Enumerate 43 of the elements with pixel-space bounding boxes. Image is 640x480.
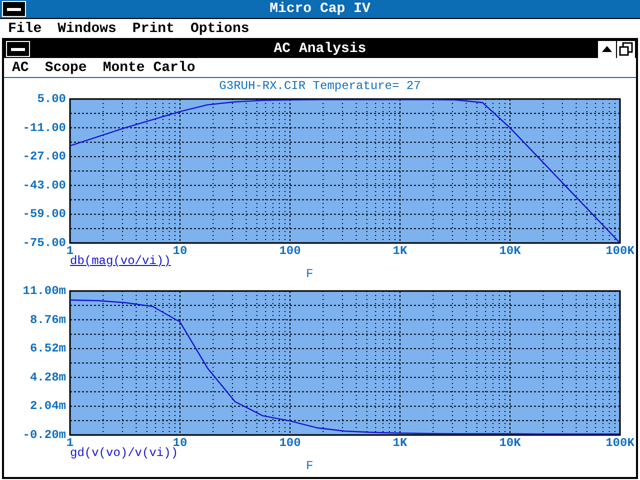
menu-item[interactable]: Print [132, 20, 174, 36]
chart-title: G3RUH-RX.CIR Temperature= 27 [219, 79, 421, 93]
axis-tick-label: 100K [606, 436, 634, 447]
axis-tick-label: 10K [499, 436, 521, 447]
axis-tick-label: 8.76m [30, 312, 66, 327]
menu-item[interactable]: File [8, 20, 42, 36]
axis-label: F [306, 267, 314, 281]
axis-tick-label: 10 [172, 436, 188, 447]
axis-tick-label: 4.28m [30, 370, 66, 384]
axis-tick-label: -0.20m [22, 428, 66, 442]
axis-tick-label: 5.00 [37, 92, 66, 106]
axis-tick-label: 1 [66, 244, 74, 255]
axis-tick-label: 100 [279, 436, 301, 447]
axis-tick-label: 1K [392, 436, 408, 447]
axis-tick-label: -27.00 [22, 150, 66, 164]
axis-tick-label: 10K [499, 244, 521, 255]
trace-label[interactable]: gd(v(vo)/v(vi)) [70, 446, 178, 460]
axis-tick-label: 6.52m [30, 342, 66, 356]
axis-label: F [306, 459, 314, 473]
trace-label[interactable]: db(mag(vo/vi)) [70, 254, 171, 268]
maximize-button[interactable] [598, 40, 616, 58]
axis-tick-label: -11.00 [22, 120, 66, 135]
axis-tick-label: 100 [279, 244, 301, 255]
menu-item[interactable]: Monte Carlo [102, 60, 196, 76]
axis-tick-label: 1 [66, 436, 74, 447]
axis-tick-label: -75.00 [22, 236, 66, 250]
window-title: AC Analysis [274, 41, 366, 57]
system-menu-button[interactable] [6, 41, 30, 57]
axis-tick-label: -43.00 [22, 178, 66, 192]
restore-button[interactable] [617, 40, 635, 58]
menu-item[interactable]: Options [190, 20, 250, 36]
axis-tick-label: -59.00 [22, 207, 66, 222]
axis-tick-label: 11.00m [22, 284, 66, 298]
menu-item[interactable]: AC [12, 60, 29, 76]
window-title: Micro Cap IV [270, 1, 370, 17]
system-menu-button[interactable] [2, 1, 26, 17]
up-arrow-icon [601, 45, 613, 53]
menu-item[interactable]: Scope [44, 60, 87, 76]
axis-tick-label: 10 [172, 244, 188, 255]
axis-tick-label: 1K [392, 244, 408, 255]
menu-item[interactable]: Windows [58, 20, 116, 36]
axis-tick-label: 100K [606, 244, 634, 255]
axis-tick-label: 2.04m [30, 399, 66, 414]
